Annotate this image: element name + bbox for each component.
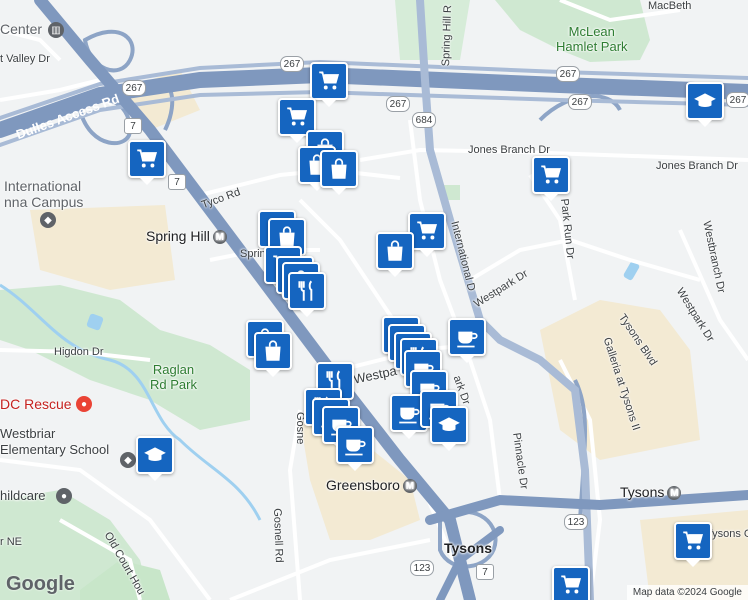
raglan-park-label: Raglan Rd Park [150, 362, 197, 392]
tysons-area-label: Tysons [444, 540, 492, 556]
route-123-shield: 123 [410, 560, 434, 576]
route-684-shield: 684 [412, 112, 436, 128]
shopping-cart-pin[interactable] [310, 62, 348, 107]
childcare-label: hildcare [0, 488, 46, 503]
school-pin[interactable] [686, 82, 724, 127]
spring-hill-text: Spring Hill [146, 228, 210, 244]
route-7-shield: 7 [476, 564, 494, 580]
school-icon [435, 411, 463, 439]
school-icon [141, 441, 169, 469]
cafe-icon [395, 399, 423, 427]
route-123-shield: 123 [564, 514, 588, 530]
ne-label: r NE [0, 536, 22, 548]
international-label: International [4, 178, 82, 194]
westbriar-school-label: Westbriar Elementary School [0, 426, 110, 457]
valley-drive-label: t Valley Dr [0, 53, 50, 65]
school-pin[interactable] [430, 406, 468, 451]
metro-icon: M [212, 230, 227, 245]
higdon-drive-label: Higdon Dr [54, 346, 104, 358]
restaurant-icon [293, 277, 321, 305]
school-icon [691, 87, 719, 115]
dc-rescue-label: DC Rescue [0, 396, 72, 412]
metro-icon: M [667, 486, 682, 501]
tysons-station-label: Tysons M [620, 484, 682, 501]
shopping-cart-icon [133, 145, 161, 173]
cafe-pin[interactable] [448, 318, 486, 363]
shopping-cart-icon [315, 67, 343, 95]
shopping-cart-pin[interactable] [532, 156, 570, 201]
landmark-icon: ▥ [48, 22, 64, 38]
shopping-cart-icon [679, 527, 707, 555]
route-7-shield: 7 [168, 174, 186, 190]
tysons-galleria-label: Tysons Ga [706, 528, 748, 540]
shopping-bag-pin[interactable] [320, 150, 358, 195]
macbeth-label: MacBeth [648, 0, 692, 12]
cafe-pin[interactable] [336, 426, 374, 471]
campus-icon: ◆ [40, 212, 56, 228]
greensboro-text: Greensboro [326, 477, 400, 493]
shopping-cart-icon [557, 571, 585, 599]
jones-branch-label-1: Jones Branch Dr [468, 144, 550, 156]
rescue-pin-icon[interactable]: ● [76, 396, 92, 412]
gosnell-road-label: Gosnell Rd [271, 508, 285, 563]
metro-icon: M [402, 479, 417, 494]
shopping-cart-pin[interactable] [128, 140, 166, 185]
cafe-icon [453, 323, 481, 351]
restaurant-pin[interactable] [288, 272, 326, 317]
shopping-cart-icon [537, 161, 565, 189]
route-267-shield: 267 [556, 66, 580, 82]
mclean-hamlet-park-label: McLean Hamlet Park [556, 24, 628, 54]
shopping-cart-pin[interactable] [552, 566, 590, 600]
childcare-icon: ● [56, 488, 72, 504]
route-267-shield: 267 [568, 94, 592, 110]
school-pin[interactable] [136, 436, 174, 481]
shopping-bag-icon [325, 155, 353, 183]
route-267-shield: 267 [122, 80, 146, 96]
jones-branch-label-2: Jones Branch Dr [656, 160, 738, 172]
shopping-cart-icon [413, 217, 441, 245]
tysons-text: Tysons [620, 484, 665, 500]
map-canvas[interactable]: Center ▥ t Valley Dr Dulles Access Rd In… [0, 0, 748, 600]
route-267-shield: 267 [386, 96, 410, 112]
school-dot-icon: ◆ [120, 452, 136, 468]
shopping-cart-pin[interactable] [674, 522, 712, 567]
google-logo: Google [6, 573, 75, 595]
anna-campus-label: nna Campus [4, 194, 84, 210]
route-7-shield: 7 [124, 118, 142, 134]
shopping-bag-pin[interactable] [376, 232, 414, 277]
center-label: Center [0, 21, 43, 37]
shopping-bag-icon [259, 337, 287, 365]
greensboro-station-label: Greensboro M [326, 477, 417, 494]
shopping-bag-pin[interactable] [254, 332, 292, 377]
spring-hill-road-label: Spring Hill R [440, 4, 455, 67]
spring-hill-station-label: Spring Hill M [146, 228, 227, 245]
map-base [0, 0, 748, 600]
map-attribution[interactable]: Map data ©2024 Google [626, 585, 748, 600]
cafe-icon [341, 431, 369, 459]
route-267-shield: 267 [280, 56, 304, 72]
route-267-shield: 267 [726, 92, 748, 108]
shopping-bag-icon [381, 237, 409, 265]
shopping-cart-icon [283, 103, 311, 131]
